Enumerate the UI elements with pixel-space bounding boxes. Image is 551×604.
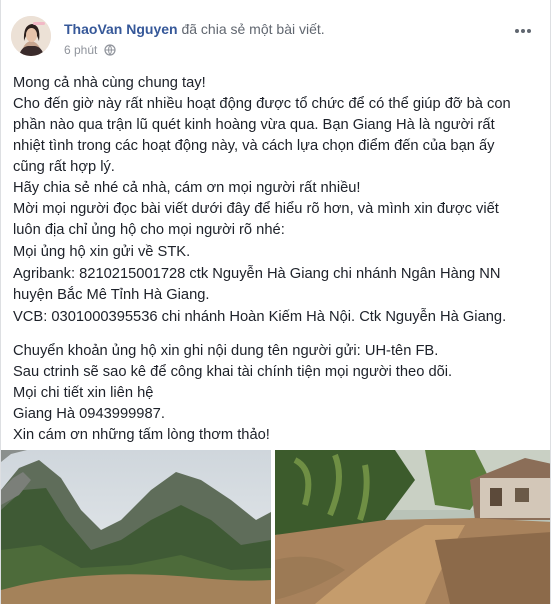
post-line: cũng rất hợp lý.: [13, 159, 115, 175]
author-name-link[interactable]: ThaoVan Nguyen: [64, 21, 178, 37]
post-line: Hãy chia sẻ nhé cả nhà, cám ơn mọi người…: [13, 180, 361, 196]
post-timestamp[interactable]: 6 phút: [64, 43, 97, 57]
post-line: Mọi ủng hộ xin gửi về STK.: [13, 244, 191, 260]
post-line: Giang Hà 0943999987.: [13, 406, 165, 422]
post-line: VCB: 0301000395536 chi nhánh Hoàn Kiếm H…: [13, 309, 507, 325]
post-line: Chuyển khoản ủng hộ xin ghi nội dung tên…: [13, 343, 439, 359]
globe-icon[interactable]: [104, 44, 116, 59]
ellipsis-icon[interactable]: [515, 20, 537, 34]
post-line: Sau ctrinh sẽ sao kê để công khai tài ch…: [13, 364, 453, 380]
shared-text: đã chia sẻ một bài viết.: [181, 21, 325, 37]
post-line: luôn địa chỉ ủng hộ cho mọi người rõ nhé…: [13, 222, 285, 238]
post-line: nhiệt tình trong các hoạt động này, và c…: [13, 138, 495, 154]
post-line: Mời mọi người đọc bài viết dưới đây để h…: [13, 201, 499, 217]
post-text: Mong cả nhà cùng chung tay! Cho đến giờ …: [13, 73, 545, 446]
post-line: Mọi chi tiết xin liên hệ: [13, 385, 154, 401]
post-line: phần nào qua trận lũ quét kinh hoàng vừa…: [13, 117, 495, 133]
post-photos: [1, 450, 550, 604]
post-line: Mong cả nhà cùng chung tay!: [13, 75, 206, 91]
mountain-valley-photo[interactable]: [1, 450, 271, 604]
flood-mud-photo[interactable]: [275, 450, 550, 604]
post-meta: 6 phút: [64, 43, 116, 59]
author-avatar[interactable]: [11, 16, 51, 56]
post-header: ThaoVan Nguyen đã chia sẻ một bài viết. …: [11, 16, 541, 64]
post-author-line: ThaoVan Nguyen đã chia sẻ một bài viết.: [64, 21, 325, 37]
feed-post: ThaoVan Nguyen đã chia sẻ một bài viết. …: [0, 0, 551, 604]
post-line: Cho đến giờ này rất nhiều hoạt động được…: [13, 96, 511, 112]
post-line: Agribank: 8210215001728 ctk Nguyễn Hà Gi…: [13, 266, 501, 282]
post-line: huyện Bắc Mê Tỉnh Hà Giang.: [13, 287, 210, 303]
post-line: Xin cám ơn những tấm lòng thơm thảo!: [13, 427, 270, 443]
